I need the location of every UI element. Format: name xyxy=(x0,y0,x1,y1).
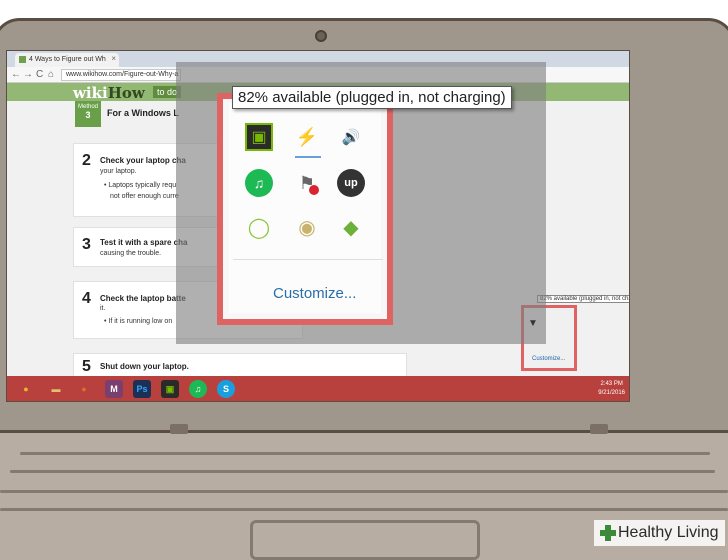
browser-tab[interactable]: 4 Ways to Figure out Wh × xyxy=(15,53,119,67)
chat-glyph: ◯ xyxy=(247,216,271,239)
taskbar-app[interactable]: ▬ xyxy=(47,380,65,398)
scroll-down-arrow-icon[interactable]: ▼ xyxy=(528,318,538,329)
clock-date: 9/21/2016 xyxy=(598,390,625,396)
touchpad xyxy=(250,520,480,560)
folder-icon: ▬ xyxy=(51,384,61,394)
m-app-icon: M xyxy=(110,384,118,394)
home-button[interactable]: ⌂ xyxy=(48,69,54,80)
battery-tooltip: 82% available (plugged in, not charging) xyxy=(232,86,512,109)
chat-bubble-icon[interactable]: ◯ xyxy=(245,213,273,241)
tab-close-icon[interactable]: × xyxy=(111,54,116,63)
step-line: causing the trouble. xyxy=(100,250,162,257)
taskbar-app[interactable]: ● xyxy=(17,380,35,398)
nvidia-icon: ▣ xyxy=(165,384,175,394)
battery-glyph: ⚡ xyxy=(295,126,319,147)
keyboard-row xyxy=(20,452,710,455)
keyboard-row xyxy=(0,490,728,493)
method-number: 3 xyxy=(85,110,91,120)
forward-button[interactable]: → xyxy=(23,69,33,80)
step-title: Shut down your laptop. xyxy=(100,362,189,371)
spotify-glyph: ♫ xyxy=(253,175,265,191)
step-bullet: • Laptops typically requ xyxy=(104,182,177,189)
mini-battery-tooltip: 82% available (plugged in, not charging) xyxy=(537,295,629,303)
volume-icon[interactable]: 🔊 xyxy=(337,123,365,151)
wikihow-favicon-icon xyxy=(19,56,26,63)
step-number: 3 xyxy=(82,236,91,253)
action-center-flag-icon[interactable]: ⚑ xyxy=(293,169,321,197)
step-card: 5 Shut down your laptop. xyxy=(73,353,407,377)
step-title: Check your laptop cha xyxy=(100,156,186,165)
volume-glyph: 🔊 xyxy=(341,129,361,146)
step-line: it. xyxy=(100,305,106,312)
error-badge-icon xyxy=(309,185,319,195)
tray-icon-grid: ▣ ⚡ 🔊 ♫ ⚑ up ◯ ◉ ◆ Customize... xyxy=(229,103,383,313)
firefox-icon: ● xyxy=(81,384,87,394)
upwork-icon[interactable]: up xyxy=(337,169,365,197)
keyboard-row xyxy=(10,470,715,473)
tray-divider xyxy=(233,259,383,260)
windows-taskbar: ● ▬ ● M Ps ▣ ♫ S 2:43 PM 9/21/2016 xyxy=(7,376,629,401)
step-line: your laptop. xyxy=(100,168,137,175)
upwork-glyph: up xyxy=(344,177,358,189)
step-bullet: not offer enough curre xyxy=(110,193,179,200)
battery-plug-icon[interactable]: ⚡ xyxy=(293,123,321,151)
watermark-logo: Healthy Living xyxy=(594,520,725,546)
taskbar-app[interactable]: ● xyxy=(75,380,93,398)
wikihow-logo[interactable]: wikiHow xyxy=(73,84,145,102)
selected-indicator xyxy=(295,156,321,158)
hinge-clip xyxy=(590,424,608,434)
chrome-icon: ● xyxy=(23,384,29,394)
step-title: Test it with a spare cha xyxy=(100,238,188,247)
keyboard-row xyxy=(0,508,728,511)
taskbar-clock[interactable]: 2:43 PM 9/21/2016 xyxy=(598,380,625,398)
clock-time: 2:43 PM xyxy=(600,381,623,387)
tab-title: 4 Ways to Figure out Wh xyxy=(29,56,106,63)
method-title: For a Windows L xyxy=(107,108,179,118)
mini-customize-link[interactable]: Customize... xyxy=(532,356,565,362)
spotify-tray-icon[interactable]: ♫ xyxy=(245,169,273,197)
taskbar-app[interactable]: ♫ xyxy=(189,380,207,398)
step-title: Check the laptop batte xyxy=(100,294,186,303)
tray-overflow-popup: ▣ ⚡ 🔊 ♫ ⚑ up ◯ ◉ ◆ Customize... xyxy=(217,93,393,325)
method-badge: Method 3 xyxy=(75,101,101,127)
customize-link[interactable]: Customize... xyxy=(273,285,356,302)
logo-how-text: How xyxy=(107,84,145,102)
bluestacks-icon[interactable]: ◆ xyxy=(337,213,365,241)
taskbar-app[interactable]: ▣ xyxy=(161,380,179,398)
taskbar-app[interactable]: Ps xyxy=(133,380,151,398)
step-bullet: • If it is running low on xyxy=(104,318,173,325)
nvidia-glyph: ▣ xyxy=(251,129,267,146)
step-number: 2 xyxy=(82,152,91,169)
nvidia-tray-icon[interactable]: ▣ xyxy=(245,123,273,151)
back-button[interactable]: ← xyxy=(11,69,21,80)
disc-glyph: ◉ xyxy=(298,216,316,239)
photoshop-icon: Ps xyxy=(136,384,148,394)
taskbar-app[interactable]: M xyxy=(105,380,123,398)
step-number: 5 xyxy=(82,358,91,375)
logo-wiki-text: wiki xyxy=(73,84,108,102)
medical-cross-icon xyxy=(600,525,616,541)
bluestacks-glyph: ◆ xyxy=(343,216,359,239)
hinge-clip xyxy=(170,424,188,434)
skype-icon: S xyxy=(222,384,229,394)
taskbar-app[interactable]: S xyxy=(217,380,235,398)
step-number: 4 xyxy=(82,290,91,307)
disc-drive-icon[interactable]: ◉ xyxy=(293,213,321,241)
reload-button[interactable]: C xyxy=(36,69,43,80)
spotify-icon: ♫ xyxy=(194,384,202,394)
watermark-text: Healthy Living xyxy=(618,524,719,541)
webcam-icon xyxy=(315,30,327,42)
address-bar[interactable]: www.wikihow.com/Figure-out-Why-a xyxy=(61,69,181,81)
